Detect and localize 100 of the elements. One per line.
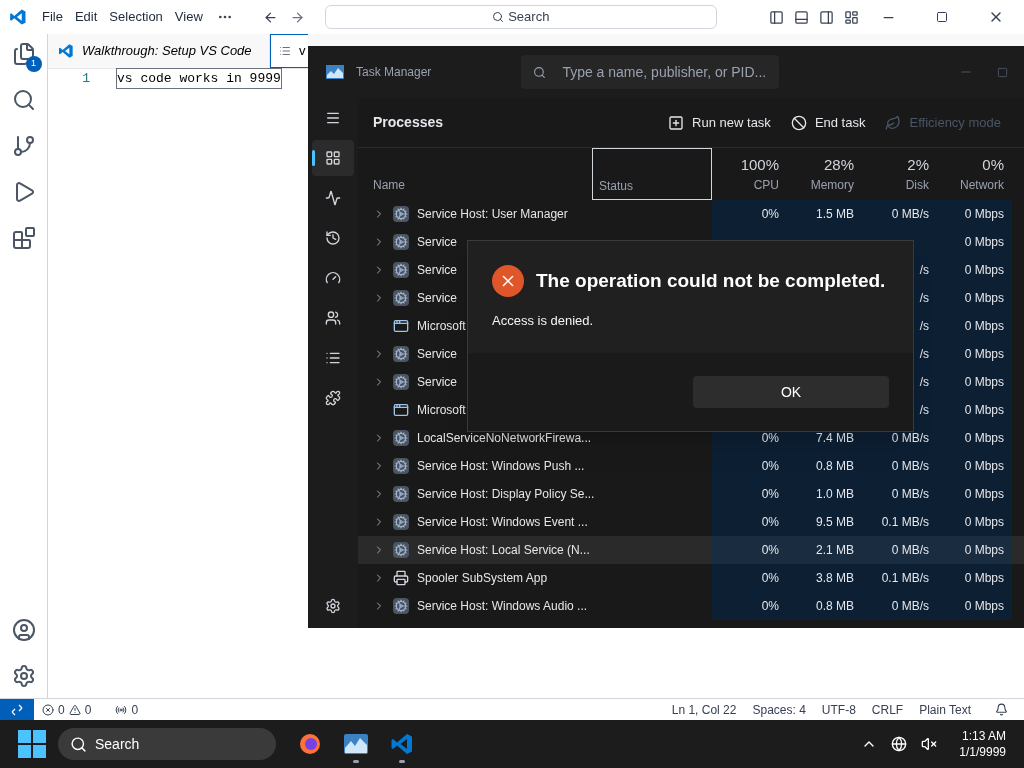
command-search-field[interactable]: Search [324,5,717,29]
start-button[interactable] [18,730,46,758]
warning-icon [68,703,81,716]
problems-button[interactable]: 0 0 [34,700,100,719]
table-cell-text: 3.8 MB [816,570,854,587]
column-header[interactable]: 28% Memory [787,148,862,200]
process-name: Service Host: Windows Push ... [417,458,585,475]
files-icon[interactable] [11,42,36,66]
code-logo-icon [390,732,414,756]
table-cell-text: 0 Mbps [964,374,1004,391]
back-arrow-icon[interactable] [262,9,278,25]
layout-icon[interactable] [843,9,859,25]
ports-button[interactable]: 0 [107,700,147,719]
code-logo-icon [9,8,27,26]
table-cell-text: 2.1 MB [816,542,854,559]
taskbar-search-field[interactable]: Search [58,728,276,760]
process-name: Spooler SubSystem App [417,570,548,587]
puzzle-icon [325,390,341,406]
menu-item[interactable]: Edit [68,7,104,27]
table-cell-text: 0 Mbps [964,514,1004,531]
table-cell-text: 0 MB/s [891,206,929,223]
table-cell-text: 0 Mbps [964,346,1004,363]
process-name: Service Host: Local Service (N... [417,542,590,559]
table-cell-text: 0 Mbps [964,542,1004,559]
table-cell-text: 0 Mbps [964,262,1004,279]
table-cell-text: 0% [761,458,779,475]
menu-item[interactable]: File [36,7,69,27]
nav-item[interactable] [312,140,354,176]
toolbar-button[interactable]: Run new task [660,106,779,139]
ok-button[interactable]: OK [693,376,889,408]
table-cell-text: 0% [761,570,779,587]
list-icon [325,350,341,366]
status-item[interactable]: CRLF [863,700,912,719]
branch-icon[interactable] [11,134,36,158]
window-icon [393,318,409,334]
line-number: 1 [81,69,90,88]
table-cell-text: 1.0 MB [816,486,854,503]
account-icon[interactable] [11,618,36,642]
table-cell-text: 0.1 MB/s [881,570,929,587]
search-icon [70,735,87,753]
settings-icon[interactable] [325,598,341,614]
status-item[interactable]: Spaces: 4 [744,700,814,719]
globe-icon[interactable] [891,736,908,752]
status-item[interactable]: Ln 1, Col 22 [663,700,745,719]
status-item[interactable]: Plain Text [911,700,979,719]
gear-icon [393,290,409,306]
notification-badge: 1 [25,56,42,72]
search-field[interactable]: Type a name, publisher, or PID... [521,55,780,89]
panel-left-icon[interactable] [768,9,784,25]
gear-icon [393,458,409,474]
table-cell-text: 0.1 MB/s [881,514,929,531]
editor-tab[interactable]: v [270,34,308,68]
menu-item[interactable]: Selection [103,7,169,27]
column-header[interactable]: 2% Disk [862,148,937,200]
clock[interactable]: 1:13 AM 1/1/9999 [959,728,1006,760]
column-header[interactable]: 0% Network [937,148,1012,200]
window-icon [393,402,409,418]
window-title: Task Manager [356,64,432,81]
panel-right-icon[interactable] [818,9,834,25]
gear-icon [393,598,409,614]
panel-bottom-icon[interactable] [793,9,809,25]
dialog-message: Access is denied. [492,312,595,330]
error-icon [492,265,524,297]
table-cell-text: 0 Mbps [964,598,1004,615]
search-icon[interactable] [11,88,36,112]
table-cell-text: 0 MB/s [891,430,929,447]
table-cell-text: /s [919,346,929,363]
muted-speaker-icon[interactable] [921,736,938,752]
antenna-icon [115,703,128,716]
status-item[interactable]: UTF-8 [813,700,864,719]
process-row[interactable]: Service Host: Local Service (N... 0% 2.1 MB 0 MB/s 0 Mbps [358,536,1024,564]
error-icon [42,703,54,716]
column-header[interactable]: 100% CPU [712,148,787,200]
bell-icon[interactable] [995,703,1008,716]
pulse-icon [325,190,341,206]
extensions-icon[interactable] [11,226,36,250]
column-header[interactable]: Status [592,148,712,200]
gear-icon [393,430,409,446]
process-name: Service Host: Windows Event ... [417,514,588,531]
forward-arrow-icon[interactable] [289,9,305,25]
table-cell-text: 1.5 MB [816,206,854,223]
gear-icon [393,374,409,390]
gear-icon [393,234,409,250]
chart-logo-icon [326,65,344,79]
process-name: Microsoft [417,402,466,419]
process-name: Service [417,346,457,363]
menu-item[interactable]: View [168,7,209,27]
maximize-icon[interactable] [936,11,948,23]
table-cell-text: 0% [761,598,779,615]
plus-square-icon [668,114,685,131]
column-header[interactable]: Name [358,148,592,200]
remote-button[interactable] [0,699,34,720]
table-cell-text: 0% [761,542,779,559]
table-cell-text: 0.8 MB [816,598,854,615]
table-cell-text: 0 Mbps [964,570,1004,587]
process-name: Microsoft [417,318,466,335]
settings-icon[interactable] [11,664,36,688]
process-name: Service Host: User Manager [417,206,568,223]
process-name: Service [417,234,457,251]
toolbar-button[interactable]: End task [782,106,874,139]
